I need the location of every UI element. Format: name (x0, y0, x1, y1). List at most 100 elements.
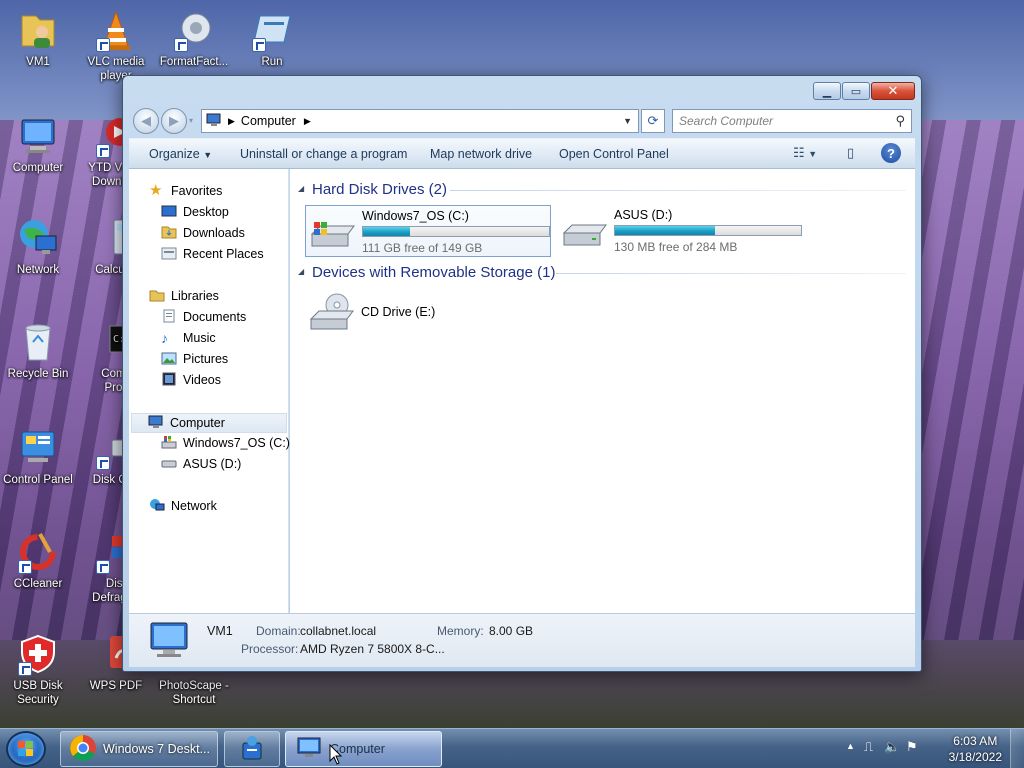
desktop-icon-usb-disk-security[interactable]: USB Disk Security (0, 632, 76, 707)
run-window-icon (250, 8, 294, 52)
nav-downloads[interactable]: Downloads (161, 225, 245, 241)
minimize-button[interactable]: ▁ (813, 82, 841, 100)
change-view-button[interactable]: ☷ ▼ (793, 145, 817, 161)
navigation-row: ◀ ▶ ▾ ▶ Computer ▶ ▼ ⟳ Search Computer ⚲ (129, 106, 915, 134)
preview-pane-button[interactable]: ▯ (847, 145, 854, 161)
user-folder-icon (16, 8, 60, 52)
control-panel-icon (16, 426, 60, 470)
nav-desktop[interactable]: Desktop (161, 204, 229, 220)
mouse-cursor-icon (329, 744, 343, 765)
nav-label: Downloads (183, 226, 245, 240)
desktop-icon-vm1[interactable]: VM1 (0, 8, 76, 69)
action-center-flag-icon[interactable]: ⚑ (906, 739, 918, 755)
uninstall-program-button[interactable]: Uninstall or change a program (240, 147, 407, 161)
desktop-icon-formatfactory[interactable]: FormatFact... (156, 8, 232, 69)
format-factory-icon (172, 8, 216, 52)
group-removable-storage[interactable]: Devices with Removable Storage (1) (312, 264, 555, 281)
taskbar-pinned-app-button[interactable] (224, 731, 280, 767)
shortcut-arrow-icon (174, 38, 188, 52)
map-network-drive-button[interactable]: Map network drive (430, 147, 532, 161)
drive-usage-fill (615, 226, 716, 235)
help-button[interactable]: ? (881, 143, 901, 163)
network-share-icon (237, 733, 267, 766)
refresh-button[interactable]: ⟳ (641, 109, 665, 133)
domain-value: collabnet.local (300, 624, 377, 638)
desktop-icon-run[interactable]: Run (234, 8, 310, 69)
group-hard-disk-drives[interactable]: Hard Disk Drives (2) (312, 181, 447, 198)
window-titlebar[interactable]: ▁ ▭ ✕ (123, 76, 921, 104)
taskbar-computer-button[interactable]: Computer (285, 731, 442, 767)
drive-name: CD Drive (E:) (361, 305, 436, 319)
drive-usage-bar (362, 226, 550, 237)
maximize-button[interactable]: ▭ (842, 82, 870, 100)
drive-c-tile[interactable]: Windows7_OS (C:) 111 GB free of 149 GB (305, 205, 551, 257)
nav-computer[interactable]: Computer (131, 413, 287, 433)
nav-drive-c[interactable]: Windows7_OS (C:) (161, 435, 290, 451)
domain-label: Domain: (256, 624, 301, 638)
desktop-icon-label: FormatFact... (159, 56, 229, 68)
nav-videos[interactable]: Videos (161, 372, 221, 388)
desktop-icon-control-panel[interactable]: Control Panel (0, 426, 76, 487)
drive-e-tile[interactable]: CD Drive (E:) (305, 289, 551, 341)
memory-label: Memory: (437, 624, 484, 638)
nav-recent-places[interactable]: Recent Places (161, 246, 264, 262)
explorer-window[interactable]: ▁ ▭ ✕ ◀ ▶ ▾ ▶ Computer ▶ ▼ ⟳ Search Comp… (122, 75, 922, 672)
desktop-icon-network[interactable]: Network (0, 216, 76, 277)
nav-drive-d[interactable]: ASUS (D:) (161, 456, 241, 472)
start-button[interactable] (6, 731, 46, 767)
address-bar[interactable]: ▶ Computer ▶ ▼ (201, 109, 639, 133)
back-button[interactable]: ◀ (133, 108, 159, 134)
network-status-icon[interactable]: ⎍ (864, 739, 873, 755)
collapse-group-icon[interactable]: ◢ (298, 267, 304, 276)
breadcrumb-chevron-icon[interactable]: ▶ (228, 116, 235, 127)
clock[interactable]: 6:03 AM 3/18/2022 (949, 733, 1002, 765)
organize-button[interactable]: Organize ▼ (149, 147, 212, 161)
taskbar: Windows 7 Deskt... Computer ▲ ⎍ 🔈 ⚑ 6:03… (0, 728, 1024, 768)
desktop-icon-recycle-bin[interactable]: Recycle Bin (0, 320, 76, 381)
nav-music[interactable]: ♪ Music (161, 330, 216, 346)
nav-label: Windows7_OS (C:) (183, 436, 290, 450)
star-icon: ★ (149, 182, 163, 199)
chevron-down-icon: ▼ (808, 149, 818, 159)
nav-network[interactable]: Network (149, 498, 217, 514)
minimize-icon: ▁ (822, 85, 832, 98)
address-dropdown-icon[interactable]: ▼ (623, 116, 632, 126)
details-pane: VM1 Domain: collabnet.local Memory: 8.00… (129, 613, 915, 667)
nav-label: Libraries (171, 289, 219, 303)
nav-pictures[interactable]: Pictures (161, 351, 228, 367)
desktop-icon-label: VM1 (26, 56, 50, 68)
forward-button[interactable]: ▶ (161, 108, 187, 134)
nav-libraries[interactable]: Libraries (149, 288, 219, 304)
close-button[interactable]: ✕ (871, 82, 915, 100)
system-tray: ▲ ⎍ 🔈 ⚑ 6:03 AM 3/18/2022 (834, 729, 1024, 768)
recycle-bin-icon (16, 320, 60, 364)
shortcut-arrow-icon (18, 662, 32, 676)
desktop-icon-ccleaner[interactable]: CCleaner (0, 530, 76, 591)
drive-name: Windows7_OS (C:) (362, 209, 469, 223)
show-desktop-button[interactable] (1010, 729, 1024, 768)
collapse-group-icon[interactable]: ◢ (298, 184, 304, 193)
shortcut-arrow-icon (96, 560, 110, 574)
nav-favorites[interactable]: ★ Favorites (149, 183, 222, 199)
desktop-icon-label: Run (261, 56, 283, 68)
chevron-down-icon: ▼ (203, 150, 213, 160)
nav-documents[interactable]: Documents (161, 309, 246, 325)
open-control-panel-button[interactable]: Open Control Panel (559, 147, 669, 161)
hard-drive-icon (161, 456, 177, 472)
recent-places-icon (161, 246, 177, 262)
taskbar-chrome-button[interactable]: Windows 7 Deskt... (60, 731, 218, 767)
group-divider (556, 273, 906, 274)
show-hidden-icons-button[interactable]: ▲ (846, 741, 855, 751)
ccleaner-icon (16, 530, 60, 574)
search-input[interactable]: Search Computer ⚲ (672, 109, 912, 133)
breadcrumb-computer[interactable]: Computer (241, 114, 296, 128)
desktop-icon-vlc[interactable]: VLC media player (78, 8, 154, 83)
drive-d-tile[interactable]: ASUS (D:) 130 MB free of 284 MB (558, 205, 804, 257)
desktop-icon-computer[interactable]: Computer (0, 114, 76, 175)
breadcrumb-chevron-icon[interactable]: ▶ (304, 116, 311, 127)
nav-label: Pictures (183, 352, 229, 366)
recent-pages-chevron-icon[interactable]: ▾ (189, 116, 193, 125)
search-icon[interactable]: ⚲ (895, 113, 905, 129)
processor-label: Processor: (241, 642, 299, 656)
volume-icon[interactable]: 🔈 (884, 739, 900, 755)
